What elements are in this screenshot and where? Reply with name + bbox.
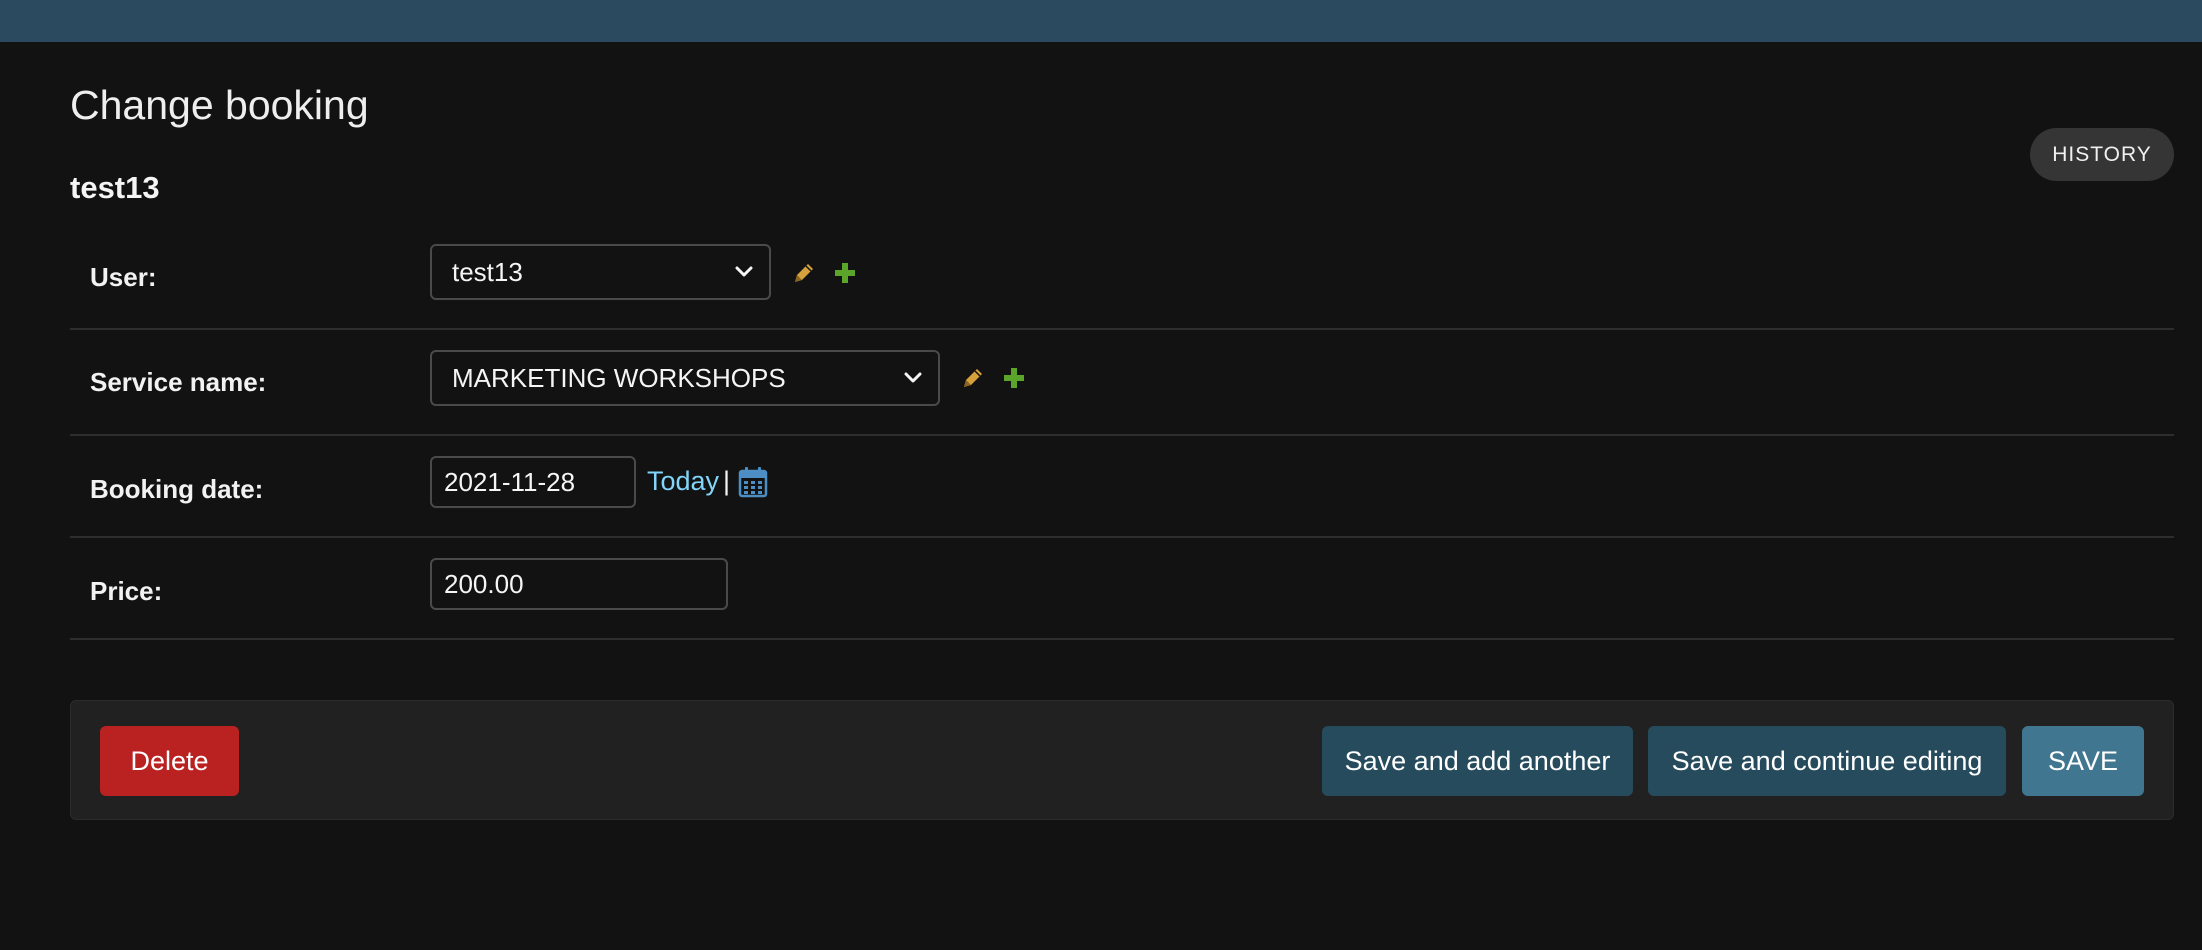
chevron-down-icon bbox=[735, 266, 753, 277]
save-and-continue-editing-button[interactable]: Save and continue editing bbox=[1648, 726, 2006, 796]
form-row-booking-date: Booking date: 2021-11-28 Today | bbox=[70, 436, 2174, 538]
save-and-add-another-button[interactable]: Save and add another bbox=[1322, 726, 1633, 796]
save-button[interactable]: SAVE bbox=[2022, 726, 2144, 796]
plus-icon[interactable] bbox=[832, 260, 858, 286]
history-button[interactable]: HISTORY bbox=[2030, 128, 2174, 181]
top-header-bar bbox=[0, 0, 2202, 42]
price-label: Price: bbox=[90, 576, 163, 606]
form-row-user: User: test13 bbox=[70, 236, 2174, 330]
pencil-icon[interactable] bbox=[791, 260, 817, 286]
price-input[interactable]: 200.00 bbox=[430, 558, 728, 610]
form-row-price: Price: 200.00 bbox=[70, 538, 2174, 640]
plus-icon[interactable] bbox=[1001, 365, 1027, 391]
delete-button[interactable]: Delete bbox=[100, 726, 239, 796]
service-name-label: Service name: bbox=[90, 367, 267, 397]
chevron-down-icon bbox=[904, 372, 922, 383]
object-title: test13 bbox=[70, 170, 160, 205]
service-name-select[interactable]: MARKETING WORKSHOPS bbox=[430, 350, 940, 406]
calendar-icon[interactable] bbox=[738, 466, 768, 498]
pencil-icon[interactable] bbox=[960, 365, 986, 391]
booking-date-label: Booking date: bbox=[90, 474, 264, 504]
today-link[interactable]: Today bbox=[647, 466, 719, 497]
user-label: User: bbox=[90, 262, 157, 292]
user-select-value: test13 bbox=[452, 257, 523, 287]
page-title: Change booking bbox=[70, 82, 369, 128]
date-separator: | bbox=[723, 466, 731, 496]
user-select[interactable]: test13 bbox=[430, 244, 771, 300]
service-name-select-value: MARKETING WORKSHOPS bbox=[452, 363, 786, 393]
booking-date-input[interactable]: 2021-11-28 bbox=[430, 456, 636, 508]
form-row-service-name: Service name: MARKETING WORKSHOPS bbox=[70, 329, 2174, 436]
submit-row: Delete Save and add another Save and con… bbox=[70, 700, 2174, 820]
